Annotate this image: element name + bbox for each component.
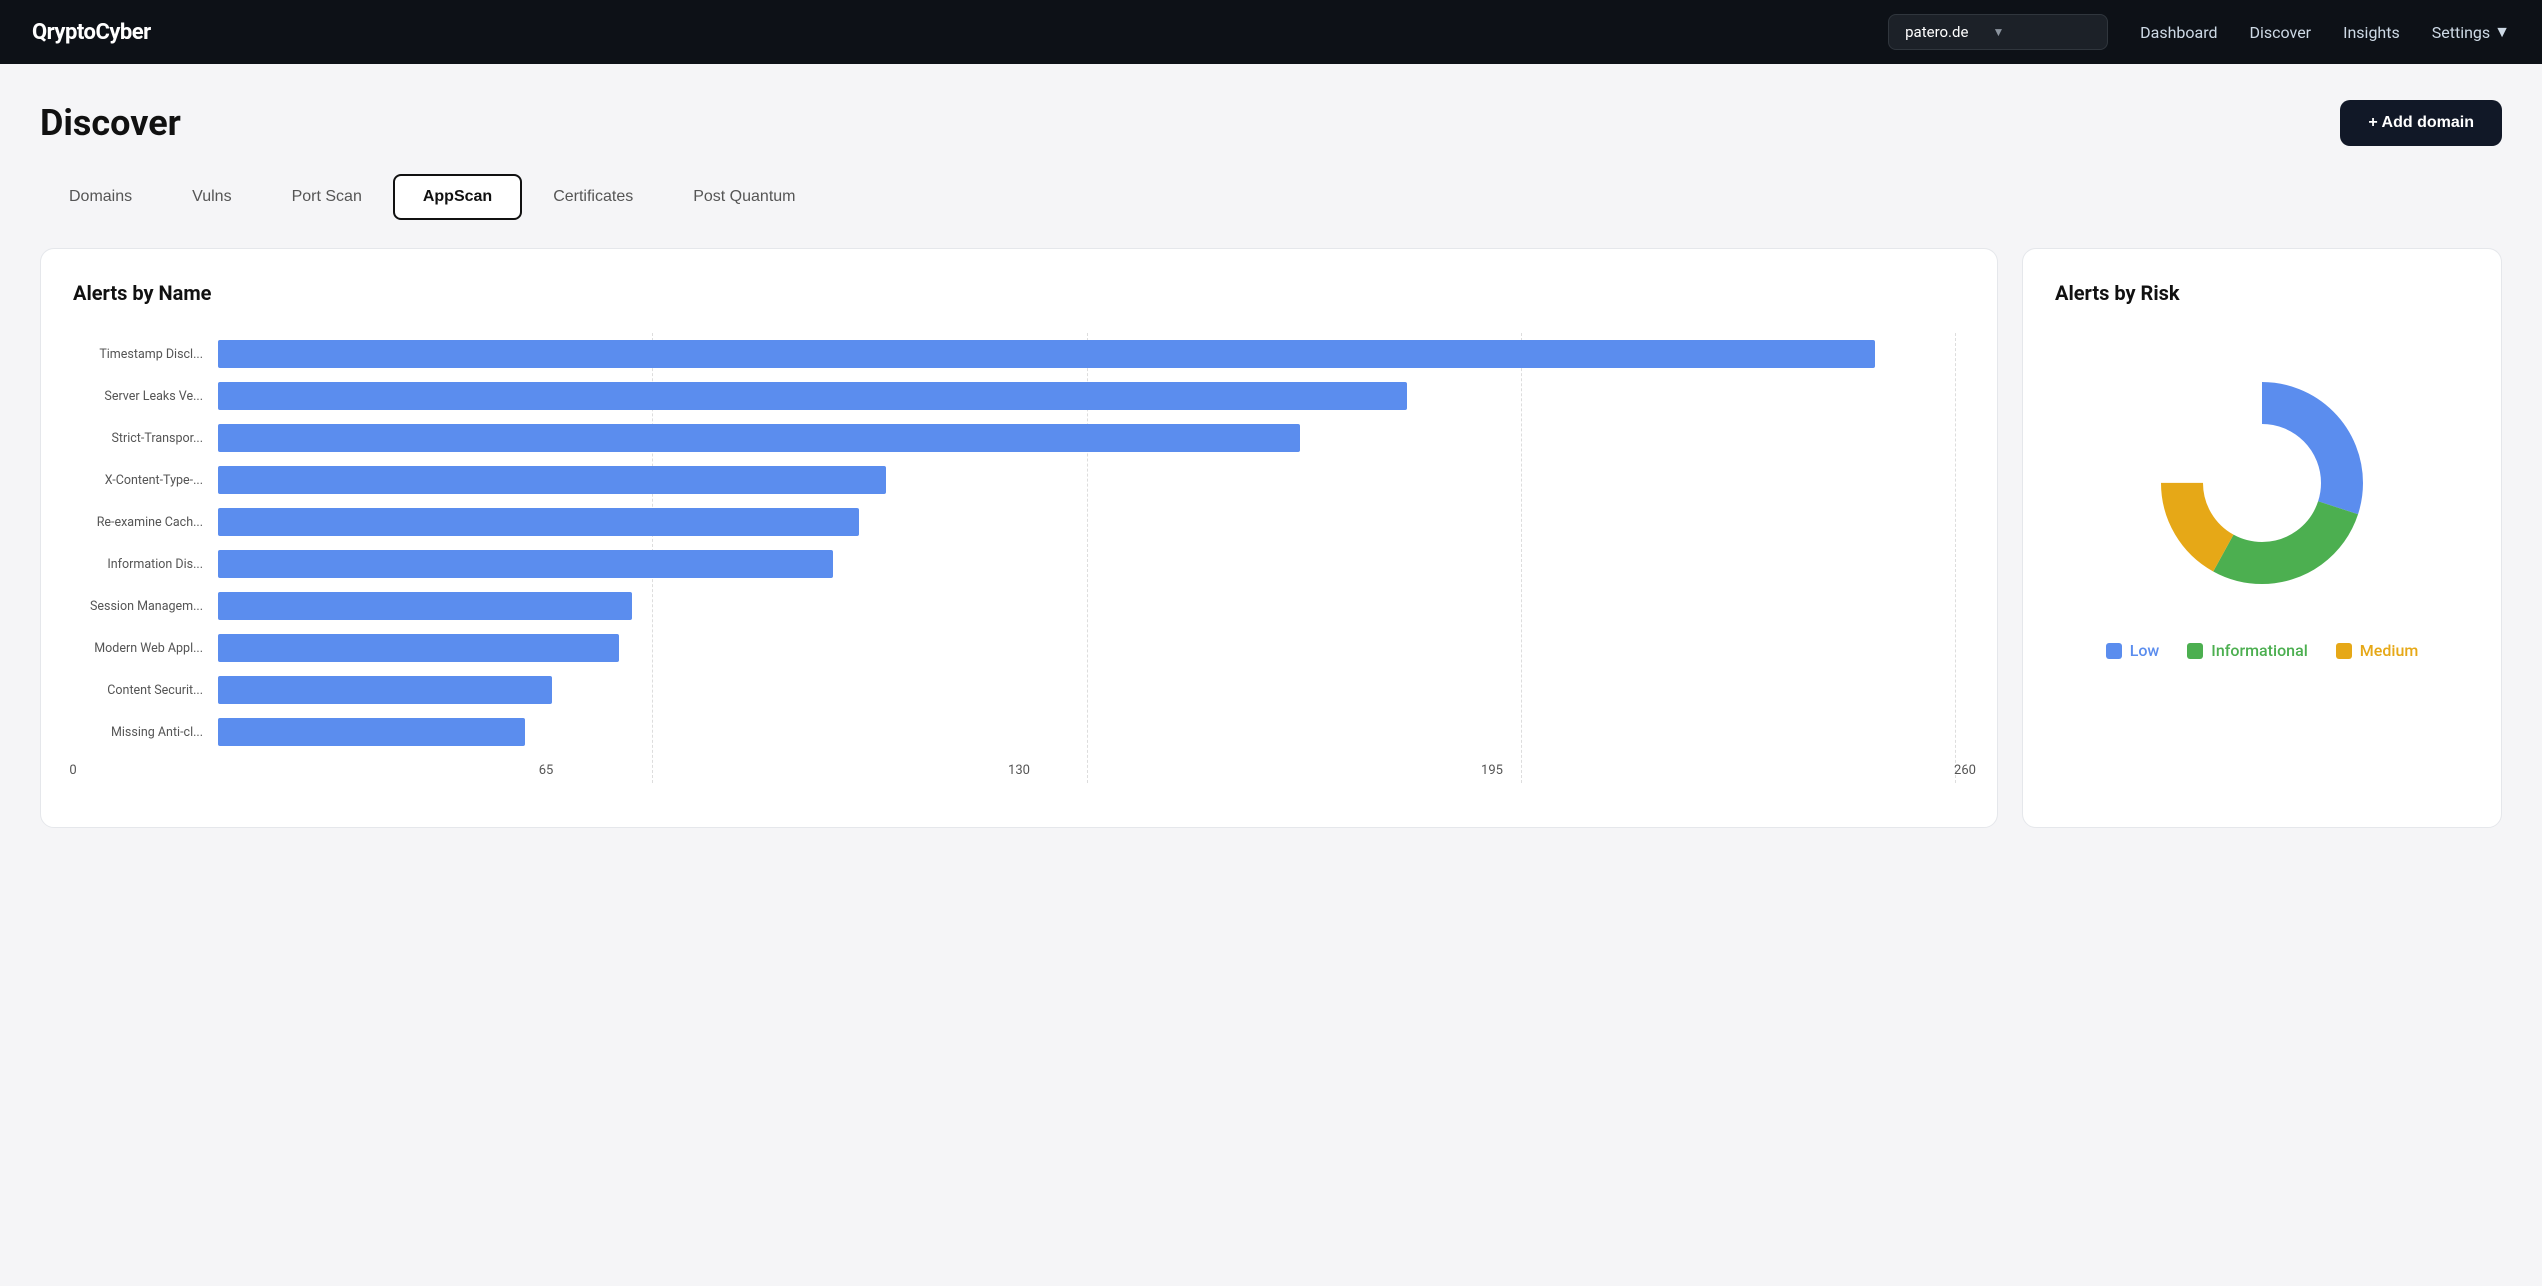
bar-background: [218, 382, 1955, 410]
bar-label: Timestamp Discl...: [73, 347, 213, 362]
bar-row: Modern Web Appl...: [218, 627, 1955, 669]
legend-low-dot: [2106, 643, 2122, 659]
bar-label: Information Dis...: [73, 557, 213, 572]
navbar: QryptoCyber patero.de ▼ Dashboard Discov…: [0, 0, 2542, 64]
alerts-by-name-card: Alerts by Name Timestamp Discl...Server …: [40, 248, 1998, 828]
alerts-by-risk-card: Alerts by Risk Low Informa: [2022, 248, 2502, 828]
bar-background: [218, 718, 1955, 746]
bar-background: [218, 634, 1955, 662]
legend-medium: Medium: [2336, 641, 2419, 660]
bar-label: X-Content-Type-...: [73, 473, 213, 488]
tab-appscan[interactable]: AppScan: [393, 174, 522, 220]
tab-vulns[interactable]: Vulns: [163, 174, 260, 220]
bar-background: [218, 550, 1955, 578]
bar-row: Server Leaks Ve...: [218, 375, 1955, 417]
nav-discover[interactable]: Discover: [2250, 23, 2312, 42]
bar-label: Strict-Transpor...: [73, 431, 213, 446]
domain-selector[interactable]: patero.de ▼: [1888, 14, 2108, 50]
tab-certificates[interactable]: Certificates: [524, 174, 662, 220]
bar-row: Session Managem...: [218, 585, 1955, 627]
tab-post-quantum[interactable]: Post Quantum: [664, 174, 824, 220]
bar-background: [218, 340, 1955, 368]
bar-background: [218, 508, 1955, 536]
bar-background: [218, 466, 1955, 494]
bar-row: Information Dis...: [218, 543, 1955, 585]
bar-fill: [218, 676, 552, 704]
domain-value: patero.de: [1905, 23, 1968, 41]
content-area: Alerts by Name Timestamp Discl...Server …: [40, 248, 2502, 828]
navbar-links: Dashboard Discover Insights Settings ▼: [2140, 22, 2510, 42]
alerts-by-name-title: Alerts by Name: [73, 281, 1965, 305]
bar-row: Content Securit...: [218, 669, 1955, 711]
bar-label: Content Securit...: [73, 683, 213, 698]
bar-fill: [218, 508, 859, 536]
risk-legend: Low Informational Medium: [2055, 641, 2469, 660]
x-axis-label: 130: [1008, 763, 1030, 778]
page-header: Discover + Add domain: [40, 100, 2502, 146]
legend-medium-dot: [2336, 643, 2352, 659]
legend-low-label: Low: [2130, 641, 2160, 660]
bar-background: [218, 592, 1955, 620]
bar-label: Modern Web Appl...: [73, 641, 213, 656]
x-axis-label: 0: [69, 763, 76, 778]
legend-medium-label: Medium: [2360, 641, 2419, 660]
x-axis: 065130195260: [73, 763, 1965, 783]
tab-domains[interactable]: Domains: [40, 174, 161, 220]
bar-row: Strict-Transpor...: [218, 417, 1955, 459]
bar-fill: [218, 466, 886, 494]
alerts-by-risk-title: Alerts by Risk: [2055, 281, 2180, 305]
donut-chart-container: [2055, 373, 2469, 593]
chevron-down-icon: ▼: [2494, 22, 2510, 42]
legend-info-label: Informational: [2211, 641, 2307, 660]
bar-row: Timestamp Discl...: [218, 333, 1955, 375]
x-axis-label: 195: [1481, 763, 1503, 778]
nav-settings[interactable]: Settings ▼: [2432, 22, 2510, 42]
x-axis-label: 65: [539, 763, 554, 778]
bar-fill: [218, 424, 1300, 452]
nav-insights[interactable]: Insights: [2343, 23, 2400, 42]
bar-fill: [218, 340, 1875, 368]
bar-fill: [218, 592, 632, 620]
bar-row: Missing Anti-cl...: [218, 711, 1955, 753]
brand-logo: QryptoCyber: [32, 20, 151, 45]
nav-dashboard[interactable]: Dashboard: [2140, 23, 2217, 42]
brand-name: QryptoCyber: [32, 20, 151, 45]
tab-bar: Domains Vulns Port Scan AppScan Certific…: [40, 174, 2502, 220]
page-title: Discover: [40, 102, 181, 144]
bar-chart: Timestamp Discl...Server Leaks Ve...Stri…: [73, 333, 1965, 783]
chevron-down-icon: ▼: [1992, 25, 2004, 39]
bar-background: [218, 424, 1955, 452]
bar-background: [218, 676, 1955, 704]
legend-info-dot: [2187, 643, 2203, 659]
bar-label: Session Managem...: [73, 599, 213, 614]
main-content: Discover + Add domain Domains Vulns Port…: [0, 64, 2542, 864]
legend-informational: Informational: [2187, 641, 2307, 660]
bar-fill: [218, 382, 1407, 410]
legend-low: Low: [2106, 641, 2160, 660]
bar-fill: [218, 718, 525, 746]
x-axis-label: 260: [1954, 763, 1976, 778]
bar-row: Re-examine Cach...: [218, 501, 1955, 543]
donut-chart: [2152, 373, 2372, 593]
add-domain-button[interactable]: + Add domain: [2340, 100, 2502, 146]
bar-label: Server Leaks Ve...: [73, 389, 213, 404]
bar-label: Missing Anti-cl...: [73, 725, 213, 740]
bar-fill: [218, 550, 833, 578]
bar-label: Re-examine Cach...: [73, 515, 213, 530]
bar-row: X-Content-Type-...: [218, 459, 1955, 501]
bar-chart-inner: Timestamp Discl...Server Leaks Ve...Stri…: [73, 333, 1965, 753]
tab-port-scan[interactable]: Port Scan: [263, 174, 391, 220]
settings-label: Settings: [2432, 23, 2490, 42]
bar-fill: [218, 634, 619, 662]
